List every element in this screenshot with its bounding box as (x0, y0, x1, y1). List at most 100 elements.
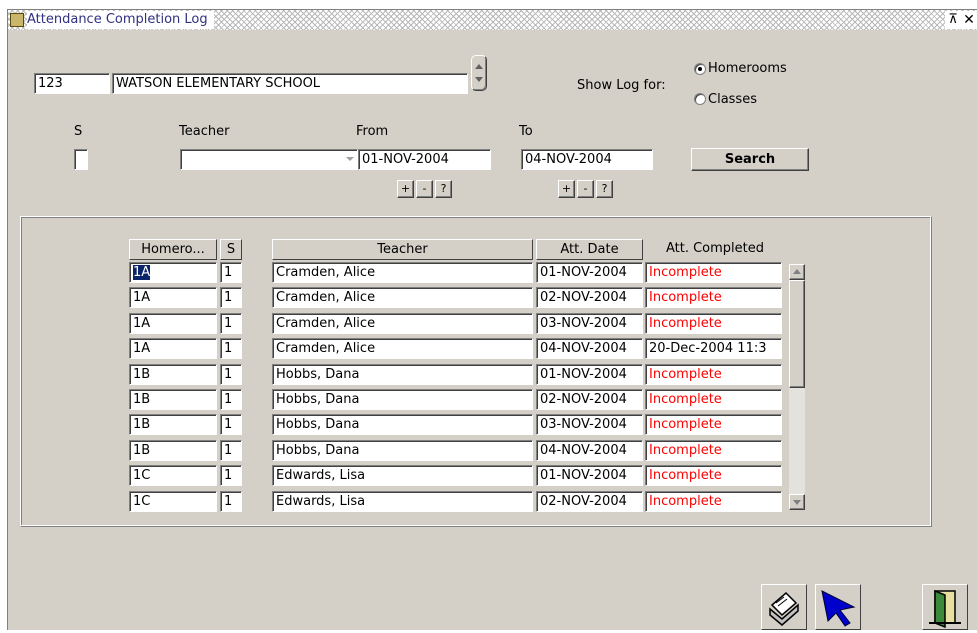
col-header-att-date[interactable]: Att. Date (536, 239, 643, 260)
cell-att-date[interactable]: 01-NOV-2004 (536, 465, 643, 486)
chevron-down-icon[interactable] (345, 155, 355, 163)
cell-s-text: 1 (224, 316, 233, 331)
cell-s[interactable]: 1 (220, 262, 242, 283)
classes-radio[interactable] (694, 93, 706, 105)
cell-teacher[interactable]: Cramden, Alice (272, 338, 533, 359)
cell-homeroom[interactable]: 1A (129, 338, 217, 359)
cell-att-completed[interactable]: Incomplete (645, 414, 782, 435)
cell-s-text: 1 (224, 290, 233, 305)
col-header-teacher[interactable]: Teacher (272, 239, 533, 260)
from-decrement-button[interactable]: - (416, 180, 433, 198)
to-decrement-button[interactable]: - (577, 180, 594, 198)
close-icon[interactable]: ✕ (961, 11, 977, 29)
cell-att-date[interactable]: 04-NOV-2004 (536, 440, 643, 461)
cell-s[interactable]: 1 (220, 440, 242, 461)
attendance-completion-log-window: Attendance Completion Log ⊼ ✕ 123 WATSON… (7, 9, 977, 630)
cell-att-date[interactable]: 02-NOV-2004 (536, 389, 643, 410)
from-date-field[interactable]: 01-NOV-2004 (358, 149, 491, 170)
cell-att-completed-text: 20-Dec-2004 11:3 (649, 341, 767, 356)
cell-att-date[interactable]: 01-NOV-2004 (536, 364, 643, 385)
from-calendar-button[interactable]: ? (435, 180, 452, 198)
cell-homeroom[interactable]: 1B (129, 440, 217, 461)
cell-teacher-text: Edwards, Lisa (276, 494, 366, 509)
navigate-button[interactable] (815, 584, 861, 630)
to-calendar-button[interactable]: ? (596, 180, 613, 198)
cell-teacher[interactable]: Edwards, Lisa (272, 491, 533, 512)
exit-button[interactable] (922, 584, 968, 630)
school-code-field[interactable]: 123 (34, 73, 110, 94)
cell-att-date[interactable]: 04-NOV-2004 (536, 338, 643, 359)
cell-att-completed[interactable]: Incomplete (645, 313, 782, 334)
cell-teacher[interactable]: Hobbs, Dana (272, 414, 533, 435)
cell-att-completed[interactable]: Incomplete (645, 491, 782, 512)
cell-homeroom[interactable]: 1C (129, 465, 217, 486)
cell-teacher-text: Hobbs, Dana (276, 367, 360, 382)
cell-s[interactable]: 1 (220, 491, 242, 512)
cell-s-text: 1 (224, 417, 233, 432)
cell-att-completed[interactable]: Incomplete (645, 389, 782, 410)
to-increment-button[interactable]: + (558, 180, 575, 198)
cell-s[interactable]: 1 (220, 364, 242, 385)
scroll-thumb[interactable] (789, 280, 805, 388)
cell-homeroom[interactable]: 1B (129, 364, 217, 385)
title-bar[interactable]: Attendance Completion Log ⊼ ✕ (8, 10, 977, 30)
cell-homeroom[interactable]: 1A (129, 262, 217, 283)
from-increment-button[interactable]: + (397, 180, 414, 198)
cell-homeroom-text: 1B (133, 417, 151, 432)
cell-att-completed-text: Incomplete (649, 417, 722, 432)
cell-att-date[interactable]: 02-NOV-2004 (536, 491, 643, 512)
cell-teacher[interactable]: Edwards, Lisa (272, 465, 533, 486)
school-spinner[interactable] (471, 55, 487, 91)
teacher-select[interactable] (180, 149, 358, 170)
cell-teacher[interactable]: Cramden, Alice (272, 287, 533, 308)
window-title: Attendance Completion Log (27, 11, 214, 29)
cell-s-text: 1 (224, 443, 233, 458)
cell-att-date[interactable]: 03-NOV-2004 (536, 313, 643, 334)
table-scrollbar[interactable] (789, 264, 805, 510)
cell-att-completed-text: Incomplete (649, 316, 722, 331)
print-button[interactable] (761, 584, 807, 630)
cell-att-completed[interactable]: Incomplete (645, 440, 782, 461)
cell-homeroom[interactable]: 1A (129, 287, 217, 308)
cell-att-completed[interactable]: 20-Dec-2004 11:3 (645, 338, 782, 359)
s-field[interactable] (74, 149, 88, 170)
cell-att-completed[interactable]: Incomplete (645, 262, 782, 283)
scroll-down-button[interactable] (789, 494, 805, 510)
cell-teacher[interactable]: Hobbs, Dana (272, 364, 533, 385)
col-header-homeroom[interactable]: Homero... (129, 239, 217, 260)
cell-s[interactable]: 1 (220, 389, 242, 410)
cell-teacher-text: Cramden, Alice (276, 316, 376, 331)
cell-teacher[interactable]: Cramden, Alice (272, 262, 533, 283)
cell-s[interactable]: 1 (220, 414, 242, 435)
homerooms-radio[interactable] (694, 63, 706, 75)
cell-homeroom[interactable]: 1C (129, 491, 217, 512)
cell-homeroom[interactable]: 1A (129, 313, 217, 334)
cell-s-text: 1 (224, 341, 233, 356)
scroll-up-button[interactable] (789, 264, 805, 280)
cell-teacher[interactable]: Hobbs, Dana (272, 440, 533, 461)
cell-att-completed[interactable]: Incomplete (645, 364, 782, 385)
cell-att-date[interactable]: 03-NOV-2004 (536, 414, 643, 435)
cell-att-completed[interactable]: Incomplete (645, 287, 782, 308)
cell-att-completed-text: Incomplete (649, 367, 722, 382)
print-icon (769, 591, 799, 626)
cell-s[interactable]: 1 (220, 338, 242, 359)
cell-att-completed[interactable]: Incomplete (645, 465, 782, 486)
to-date-field[interactable]: 04-NOV-2004 (521, 149, 653, 170)
cell-s[interactable]: 1 (220, 287, 242, 308)
cell-att-date[interactable]: 02-NOV-2004 (536, 287, 643, 308)
cell-homeroom[interactable]: 1B (129, 414, 217, 435)
restore-icon[interactable]: ⊼ (945, 11, 961, 29)
cell-s[interactable]: 1 (220, 313, 242, 334)
cell-teacher[interactable]: Hobbs, Dana (272, 389, 533, 410)
cell-s[interactable]: 1 (220, 465, 242, 486)
cell-att-date[interactable]: 01-NOV-2004 (536, 262, 643, 283)
cell-teacher[interactable]: Cramden, Alice (272, 313, 533, 334)
cell-s-text: 1 (224, 494, 233, 509)
cell-homeroom[interactable]: 1B (129, 389, 217, 410)
col-header-s[interactable]: S (220, 239, 242, 260)
cell-att-date-text: 03-NOV-2004 (540, 316, 627, 331)
school-name-field[interactable]: WATSON ELEMENTARY SCHOOL (112, 73, 468, 94)
search-button[interactable]: Search (691, 148, 809, 171)
cell-att-date-text: 03-NOV-2004 (540, 417, 627, 432)
